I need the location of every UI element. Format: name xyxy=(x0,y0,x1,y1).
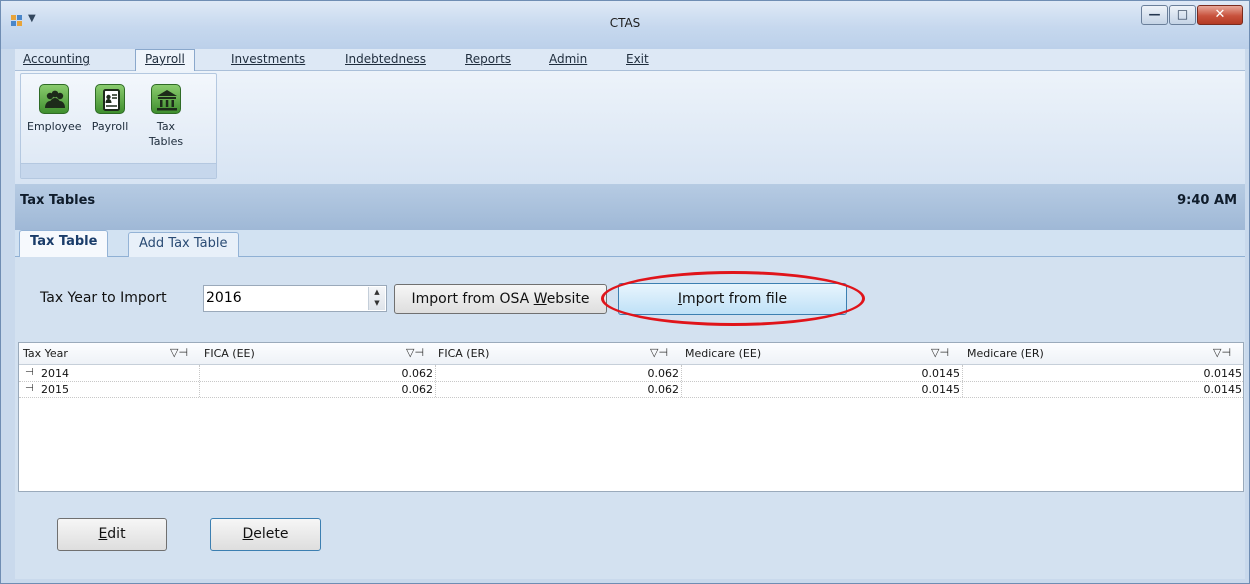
column-header-medicare-er[interactable]: Medicare (ER) xyxy=(967,347,1044,360)
tab-strip: Tax Table Add Tax Table xyxy=(15,230,1245,258)
cell-tax-year: 2015 xyxy=(41,383,69,396)
highlight-annotation xyxy=(601,271,865,326)
menu-investments[interactable]: Investments xyxy=(231,52,305,66)
ribbon-group-footer xyxy=(21,163,216,178)
table-row[interactable]: ⊣ 2014 0.062 0.062 0.0145 0.0145 xyxy=(19,366,1243,382)
cell-medicare-er: 0.0145 xyxy=(1203,367,1243,380)
menu-accounting[interactable]: Accounting xyxy=(23,52,90,66)
delete-button[interactable]: Delete xyxy=(210,518,321,551)
delete-label-mnemonic: D xyxy=(242,526,254,542)
section-header: Tax Tables 9:40 AM xyxy=(15,184,1245,230)
row-pin-icon[interactable]: ⊣ xyxy=(25,383,34,394)
tax-year-value: 2016 xyxy=(206,290,242,306)
row-pin-icon[interactable]: ⊣ xyxy=(25,367,34,378)
minimize-icon: — xyxy=(1148,7,1161,21)
cell-fica-er: 0.062 xyxy=(647,383,680,396)
menu-admin[interactable]: Admin xyxy=(549,52,587,66)
ribbon-tax-tables-label: Tax Tables xyxy=(141,119,191,149)
ribbon-payroll-button[interactable]: Payroll xyxy=(85,84,135,134)
filter-pin-icon[interactable]: ▽⊣ xyxy=(650,346,668,359)
column-header-fica-ee[interactable]: FICA (EE) xyxy=(204,347,255,360)
filter-pin-icon[interactable]: ▽⊣ xyxy=(170,346,188,359)
tab-tax-table[interactable]: Tax Table xyxy=(19,230,109,258)
cell-medicare-ee: 0.0145 xyxy=(921,383,961,396)
ribbon-tax-tables-button[interactable]: Tax Tables xyxy=(141,84,191,149)
tax-year-input[interactable]: 2016 ▲ ▼ xyxy=(203,285,387,312)
grid-header: Tax Year ▽⊣ FICA (EE) ▽⊣ FICA (ER) ▽⊣ Me… xyxy=(19,343,1243,365)
osa-button-label-pre: Import from OSA xyxy=(411,291,534,307)
filter-pin-icon[interactable]: ▽⊣ xyxy=(931,346,949,359)
cell-fica-ee: 0.062 xyxy=(401,383,434,396)
osa-button-label-post: ebsite xyxy=(546,291,590,307)
ribbon: Employee Payroll Tax Tables xyxy=(15,71,1245,184)
ribbon-group-payroll: Employee Payroll Tax Tables xyxy=(20,73,217,179)
close-button[interactable]: ✕ xyxy=(1197,5,1243,25)
column-header-fica-er[interactable]: FICA (ER) xyxy=(438,347,489,360)
ribbon-tax-tables-label-line1: Tax xyxy=(156,120,176,133)
ribbon-payroll-label: Payroll xyxy=(91,120,129,133)
close-icon: ✕ xyxy=(1214,7,1226,22)
tax-year-spinner[interactable]: ▲ ▼ xyxy=(368,287,385,310)
employees-icon xyxy=(39,84,69,114)
clock: 9:40 AM xyxy=(1177,193,1237,208)
menu-bar: Accounting Payroll Investments Indebtedn… xyxy=(15,49,1245,72)
tax-table-grid[interactable]: Tax Year ▽⊣ FICA (EE) ▽⊣ FICA (ER) ▽⊣ Me… xyxy=(18,342,1244,492)
page-title: Tax Tables xyxy=(20,193,96,208)
edit-label-post: dit xyxy=(107,526,126,542)
payroll-document-icon xyxy=(95,84,125,114)
import-from-osa-website-button[interactable]: Import from OSA Website xyxy=(394,284,607,314)
edit-button[interactable]: Edit xyxy=(57,518,167,551)
window-title: CTAS xyxy=(609,16,641,30)
tab-add-tax-table[interactable]: Add Tax Table xyxy=(128,232,239,257)
menu-payroll[interactable]: Payroll xyxy=(135,49,195,72)
column-header-tax-year[interactable]: Tax Year xyxy=(23,347,68,360)
table-row[interactable]: ⊣ 2015 0.062 0.062 0.0145 0.0145 xyxy=(19,382,1243,398)
spinner-up-icon[interactable]: ▲ xyxy=(369,287,385,298)
ribbon-tax-tables-label-line2: Tables xyxy=(148,135,184,148)
maximize-button[interactable]: □ xyxy=(1169,5,1196,25)
cell-tax-year: 2014 xyxy=(41,367,69,380)
cell-medicare-ee: 0.0145 xyxy=(921,367,961,380)
cell-fica-ee: 0.062 xyxy=(401,367,434,380)
title-bar[interactable]: ▼ CTAS — □ ✕ xyxy=(1,1,1249,49)
column-header-medicare-ee[interactable]: Medicare (EE) xyxy=(685,347,761,360)
osa-button-label-mnemonic: W xyxy=(533,291,547,307)
menu-indebtedness[interactable]: Indebtedness xyxy=(345,52,426,66)
ribbon-employee-button[interactable]: Employee xyxy=(27,84,81,134)
menu-exit[interactable]: Exit xyxy=(626,52,649,66)
delete-label-post: elete xyxy=(253,526,289,542)
cell-fica-er: 0.062 xyxy=(647,367,680,380)
filter-pin-icon[interactable]: ▽⊣ xyxy=(406,346,424,359)
edit-label-mnemonic: E xyxy=(98,526,108,542)
spinner-down-icon[interactable]: ▼ xyxy=(369,298,385,309)
app-window: ▼ CTAS — □ ✕ Accounting Payroll Investme… xyxy=(0,0,1250,584)
cell-medicare-er: 0.0145 xyxy=(1203,383,1243,396)
ribbon-employee-label: Employee xyxy=(27,120,82,133)
maximize-icon: □ xyxy=(1176,7,1189,21)
filter-pin-icon[interactable]: ▽⊣ xyxy=(1213,346,1231,359)
menu-reports[interactable]: Reports xyxy=(465,52,511,66)
bank-building-icon xyxy=(151,84,181,114)
tax-year-label: Tax Year to Import xyxy=(40,290,167,306)
minimize-button[interactable]: — xyxy=(1141,5,1168,25)
